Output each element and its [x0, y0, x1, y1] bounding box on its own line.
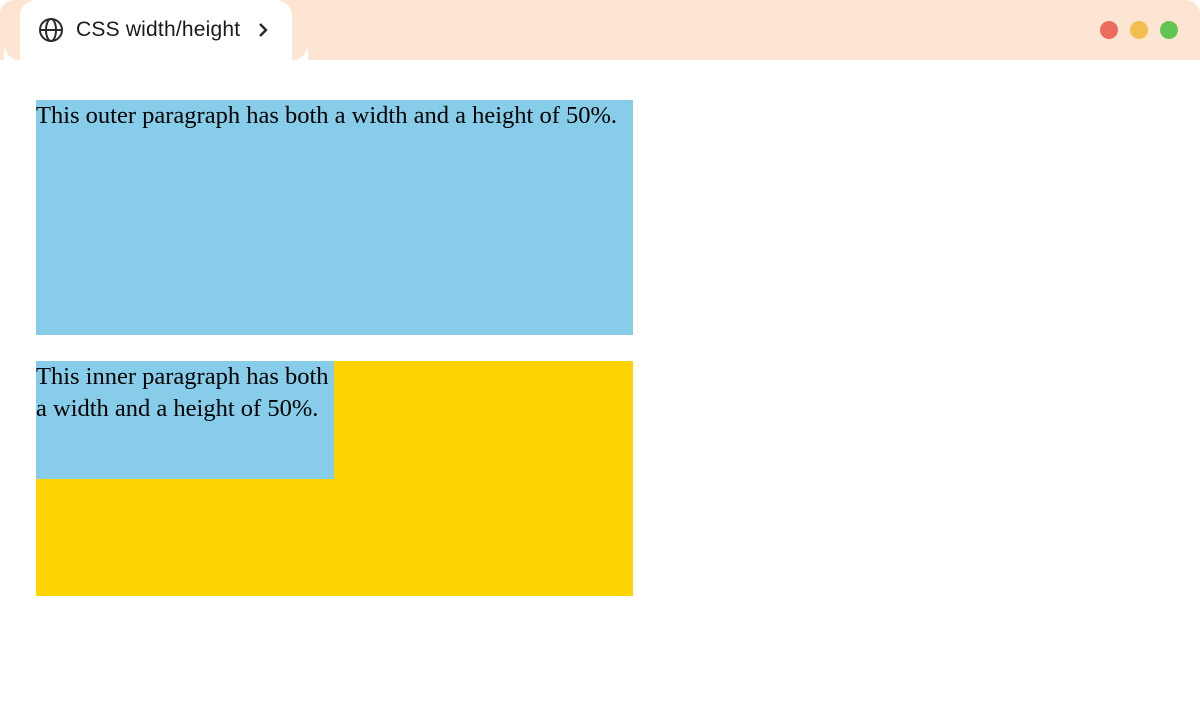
demo-area: This outer paragraph has both a width an… — [36, 100, 1164, 620]
window-close-button[interactable] — [1100, 21, 1118, 39]
outer-paragraph: This outer paragraph has both a width an… — [36, 100, 633, 335]
window-maximize-button[interactable] — [1160, 21, 1178, 39]
globe-icon — [38, 17, 64, 43]
window-controls — [1100, 21, 1178, 39]
tab-title: CSS width/height — [76, 18, 240, 42]
page-content: This outer paragraph has both a width an… — [0, 60, 1200, 723]
window-minimize-button[interactable] — [1130, 21, 1148, 39]
browser-titlebar: CSS width/height — [0, 0, 1200, 60]
outer-gold-container: This inner paragraph has both a width an… — [36, 361, 633, 596]
chevron-right-icon — [256, 23, 270, 37]
inner-paragraph: This inner paragraph has both a width an… — [36, 361, 334, 479]
browser-tab[interactable]: CSS width/height — [20, 0, 292, 60]
